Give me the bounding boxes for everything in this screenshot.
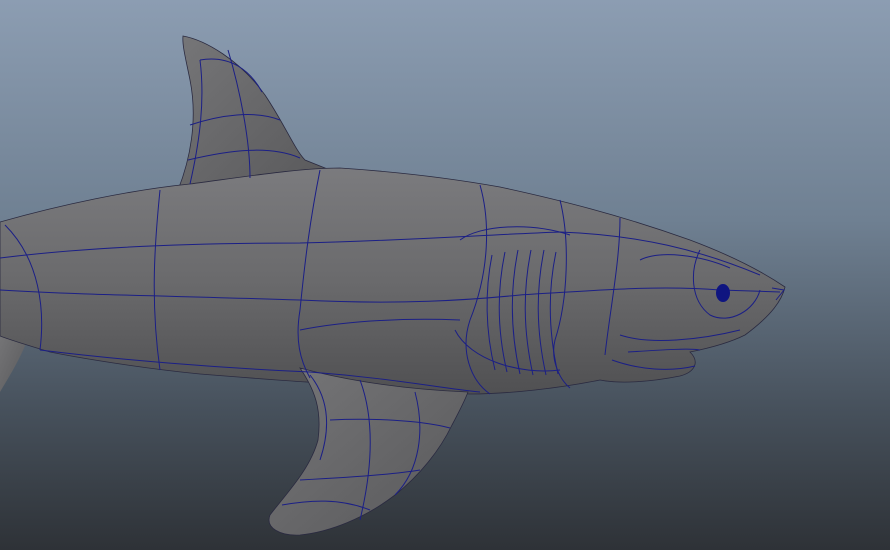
eye: [716, 284, 730, 302]
shark-body: [0, 167, 786, 395]
3d-viewport[interactable]: [0, 0, 890, 550]
dorsal-fin: [177, 35, 336, 191]
shark-model[interactable]: [0, 0, 890, 550]
pectoral-fin: [268, 367, 469, 536]
